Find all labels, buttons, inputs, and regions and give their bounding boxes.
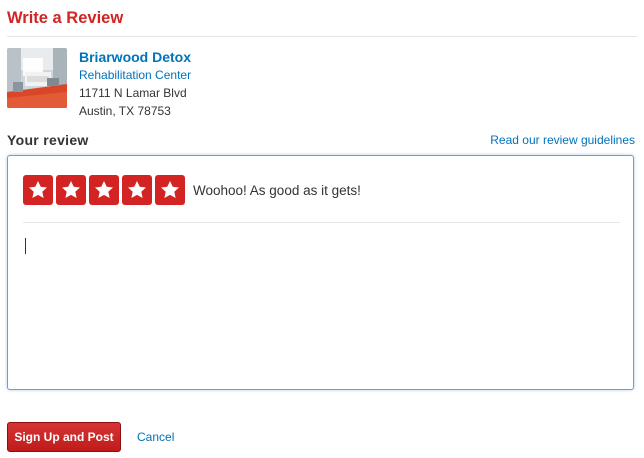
business-address-line1: 11711 N Lamar Blvd bbox=[79, 86, 187, 100]
business-photo[interactable] bbox=[7, 48, 67, 108]
star-icon bbox=[95, 181, 113, 198]
star-icon bbox=[29, 181, 47, 198]
star-1-button[interactable] bbox=[23, 175, 53, 205]
write-review-page: Write a Review Briarwood Detox Rehabilit… bbox=[0, 0, 644, 458]
business-summary: Briarwood Detox Rehabilitation Center 11… bbox=[7, 48, 407, 120]
review-text-input[interactable] bbox=[23, 234, 620, 374]
star-icon bbox=[62, 181, 80, 198]
sign-up-and-post-button[interactable]: Sign Up and Post bbox=[7, 422, 121, 452]
review-guidelines-link[interactable]: Read our review guidelines bbox=[490, 133, 635, 147]
star-icon bbox=[161, 181, 179, 198]
review-editor: Woohoo! As good as it gets! bbox=[7, 155, 634, 390]
editor-divider bbox=[23, 222, 620, 223]
star-3-button[interactable] bbox=[89, 175, 119, 205]
page-title: Write a Review bbox=[7, 9, 124, 27]
business-address-line2: Austin, TX 78753 bbox=[79, 104, 171, 118]
star-2-button[interactable] bbox=[56, 175, 86, 205]
business-info: Briarwood Detox Rehabilitation Center 11… bbox=[79, 48, 191, 120]
star-5-button[interactable] bbox=[155, 175, 185, 205]
star-icon bbox=[128, 181, 146, 198]
title-divider bbox=[7, 36, 637, 37]
cancel-link[interactable]: Cancel bbox=[137, 430, 174, 444]
business-category-link[interactable]: Rehabilitation Center bbox=[79, 66, 191, 84]
your-review-label: Your review bbox=[7, 132, 89, 148]
star-rating-selector[interactable] bbox=[23, 175, 185, 205]
star-4-button[interactable] bbox=[122, 175, 152, 205]
business-name-link[interactable]: Briarwood Detox bbox=[79, 48, 191, 66]
text-cursor bbox=[25, 238, 26, 254]
business-photo-image bbox=[7, 48, 67, 108]
rating-description: Woohoo! As good as it gets! bbox=[193, 183, 361, 198]
